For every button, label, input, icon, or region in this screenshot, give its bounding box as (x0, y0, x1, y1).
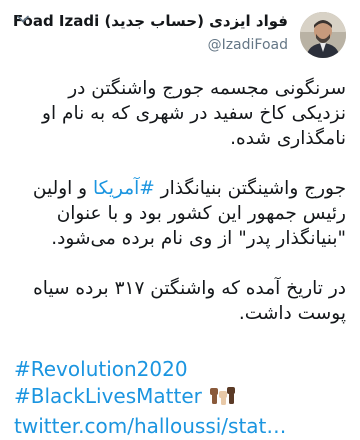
raised-fists-icon (208, 386, 238, 413)
tweet-text: سرنگونی مجسمه جورج واشنگتن در نزدیکی کاخ… (14, 76, 346, 351)
hashtag-line-blm: #BlackLivesMatter (14, 383, 346, 413)
tweet-paragraph-2: جورج واشینگتن بنیانگذار #آمریکا و اولین … (14, 176, 346, 251)
tweet-url-link[interactable]: twitter.com/halloussi/stat… (14, 413, 346, 440)
tweet-paragraph-1: سرنگونی مجسمه جورج واشنگتن در نزدیکی کاخ… (42, 78, 346, 149)
tweet-paragraph-3: در تاریخ آمده که واشنگتن ۳۱۷ برده سیاه پ… (33, 278, 346, 324)
hashtag-blacklivesmatter-link[interactable]: #BlackLivesMatter (14, 384, 202, 408)
hashtag-america-link[interactable]: #آمریکا (93, 178, 155, 199)
avatar[interactable] (300, 12, 346, 58)
tweet-header: فواد ایزدی (حساب جدید) Foad Izadi @Izadi… (13, 8, 346, 64)
author-names: فواد ایزدی (حساب جدید) Foad Izadi @Izadi… (13, 10, 288, 56)
tweet-links: #Revolution2020 #BlackLivesMatter twitte… (14, 356, 346, 440)
tweet-card: فواد ایزدی (حساب جدید) Foad Izadi @Izadi… (0, 0, 360, 438)
paragraph-2-before: جورج واشینگتن بنیانگذار (154, 178, 346, 199)
chevron-down-icon[interactable] (14, 10, 32, 28)
hashtag-revolution2020-link[interactable]: #Revolution2020 (14, 356, 346, 383)
author-handle[interactable]: @IzadiFoad (13, 34, 288, 56)
author-display-name[interactable]: فواد ایزدی (حساب جدید) Foad Izadi (13, 10, 288, 32)
